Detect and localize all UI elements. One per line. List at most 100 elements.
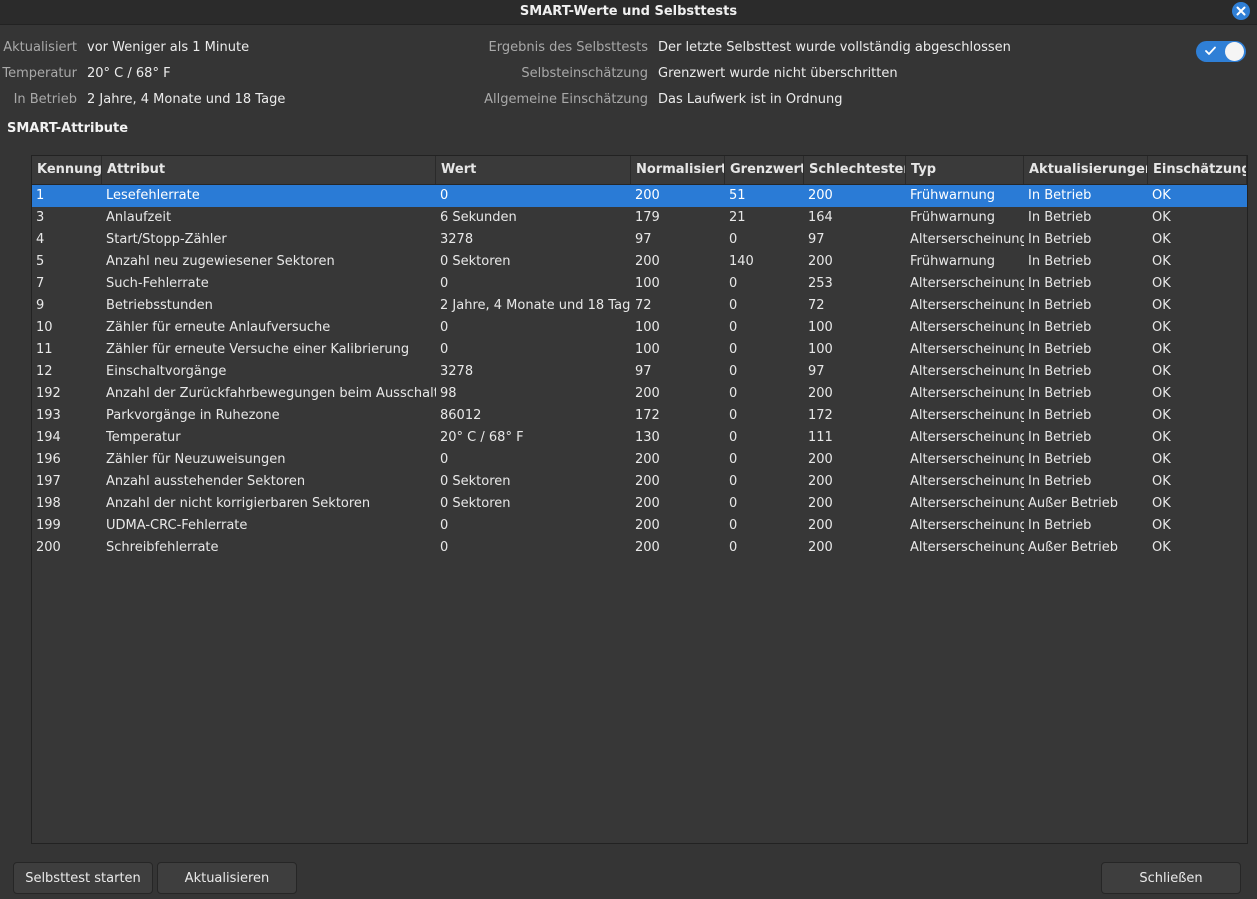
cell-normalized: 200 — [635, 518, 660, 533]
cell-normalized: 200 — [635, 474, 660, 489]
cell-updates: In Betrieb — [1028, 386, 1092, 401]
column-header-normalized[interactable]: Normalisiert — [631, 156, 725, 184]
cell-normalized: 72 — [635, 298, 652, 313]
cell-worst: 97 — [808, 364, 825, 379]
cell-updates: In Betrieb — [1028, 408, 1092, 423]
cell-assessment: OK — [1152, 518, 1171, 533]
column-header-attribute[interactable]: Attribut — [102, 156, 436, 184]
cell-updates: In Betrieb — [1028, 254, 1092, 269]
table-row[interactable]: 3 Anlaufzeit 6 Sekunden 179 21 164 Frühwarnung… — [32, 207, 1247, 229]
cell-type: Alterserscheinung — [910, 298, 1024, 313]
cell-attribute: Zähler für Neuzuweisungen — [106, 452, 286, 467]
table-row[interactable]: 9 Betriebsstunden 2 Jahre, 4 Monate und 18… — [32, 295, 1247, 317]
smart-enable-toggle[interactable] — [1196, 41, 1246, 62]
cell-normalized: 130 — [635, 430, 660, 445]
cell-updates: In Betrieb — [1028, 320, 1092, 335]
table-body: 1 Lesefehlerrate 0 200 51 200 Frühwarnung In Be… — [32, 185, 1247, 559]
cell-type: Alterserscheinung — [910, 364, 1024, 379]
cell-id: 1 — [36, 188, 45, 203]
cell-updates: In Betrieb — [1028, 188, 1092, 203]
column-header-updates[interactable]: Aktualisierungen — [1024, 156, 1148, 184]
cell-id: 192 — [36, 386, 61, 401]
cell-value: 0 Sektoren — [440, 474, 511, 489]
overall-assessment-label: Allgemeine Einschätzung — [484, 92, 648, 107]
cell-assessment: OK — [1152, 540, 1171, 555]
cell-threshold: 0 — [729, 386, 738, 401]
table-row[interactable]: 1 Lesefehlerrate 0 200 51 200 Frühwarnung In Be… — [32, 185, 1247, 207]
table-header: Kennung Attribut Wert Normalisiert Grenzwert… — [32, 156, 1247, 185]
table-row[interactable]: 12 Einschaltvorgänge 3278 97 0 97 Altersersche… — [32, 361, 1247, 383]
cell-threshold: 0 — [729, 276, 738, 291]
column-header-value[interactable]: Wert — [436, 156, 631, 184]
cell-type: Frühwarnung — [910, 188, 996, 203]
cell-assessment: OK — [1152, 320, 1171, 335]
cell-updates: Außer Betrieb — [1028, 540, 1119, 555]
cell-assessment: OK — [1152, 276, 1171, 291]
cell-threshold: 0 — [729, 474, 738, 489]
cell-type: Frühwarnung — [910, 254, 996, 269]
cell-worst: 200 — [808, 474, 833, 489]
cell-threshold: 51 — [729, 188, 746, 203]
table-row[interactable]: 198 Anzahl der nicht korrigierbaren Sekto… — [32, 493, 1247, 515]
cell-updates: In Betrieb — [1028, 364, 1092, 379]
table-row[interactable]: 4 Start/Stopp-Zähler 3278 97 0 97 Altersersche… — [32, 229, 1247, 251]
column-header-type[interactable]: Typ — [906, 156, 1024, 184]
cell-value: 20° C / 68° F — [440, 430, 524, 445]
cell-id: 3 — [36, 210, 45, 225]
table-row[interactable]: 5 Anzahl neu zugewiesener Sektoren 0 Sekto… — [32, 251, 1247, 273]
cell-attribute: Anlaufzeit — [106, 210, 172, 225]
cell-value: 0 — [440, 188, 449, 203]
close-window-button[interactable] — [1232, 2, 1250, 20]
cell-normalized: 100 — [635, 276, 660, 291]
refresh-button[interactable]: Aktualisieren — [157, 862, 297, 894]
toggle-knob — [1225, 42, 1244, 61]
close-button[interactable]: Schließen — [1101, 862, 1241, 894]
table-row[interactable]: 193 Parkvorgänge in Ruhezone 86012 172 0 172 A… — [32, 405, 1247, 427]
cell-value: 86012 — [440, 408, 482, 423]
column-header-threshold[interactable]: Grenzwert — [725, 156, 804, 184]
cell-normalized: 100 — [635, 320, 660, 335]
table-row[interactable]: 199 UDMA-CRC-Fehlerrate 0 200 0 200 Altersersc… — [32, 515, 1247, 537]
cell-normalized: 97 — [635, 232, 652, 247]
column-header-id[interactable]: Kennung — [32, 156, 102, 184]
cell-threshold: 21 — [729, 210, 746, 225]
cell-assessment: OK — [1152, 232, 1171, 247]
cell-normalized: 172 — [635, 408, 660, 423]
self-assessment-value: Grenzwert wurde nicht überschritten — [658, 66, 898, 81]
cell-assessment: OK — [1152, 474, 1171, 489]
cell-attribute: Zähler für erneute Anlaufversuche — [106, 320, 331, 335]
cell-normalized: 100 — [635, 342, 660, 357]
cell-attribute: Temperatur — [106, 430, 181, 445]
table-row[interactable]: 7 Such-Fehlerrate 0 100 0 253 Alterserscheinun… — [32, 273, 1247, 295]
cell-assessment: OK — [1152, 386, 1171, 401]
column-header-worst[interactable]: Schlechtester — [804, 156, 906, 184]
cell-updates: In Betrieb — [1028, 232, 1092, 247]
cell-attribute: Anzahl der Zurückfahrbewegungen beim Aus… — [106, 386, 436, 401]
cell-threshold: 0 — [729, 452, 738, 467]
cell-threshold: 0 — [729, 364, 738, 379]
cell-updates: In Betrieb — [1028, 298, 1092, 313]
close-icon — [1236, 6, 1246, 16]
section-title: SMART-Attribute — [7, 121, 129, 136]
cell-assessment: OK — [1152, 210, 1171, 225]
table-row[interactable]: 10 Zähler für erneute Anlaufversuche 0 100 0… — [32, 317, 1247, 339]
cell-worst: 111 — [808, 430, 833, 445]
cell-id: 4 — [36, 232, 45, 247]
cell-worst: 172 — [808, 408, 833, 423]
table-row[interactable]: 200 Schreibfehlerrate 0 200 0 200 Altersersche… — [32, 537, 1247, 559]
table-row[interactable]: 196 Zähler für Neuzuweisungen 0 200 0 200 Alte… — [32, 449, 1247, 471]
cell-id: 10 — [36, 320, 53, 335]
table-row[interactable]: 197 Anzahl ausstehender Sektoren 0 Sektore… — [32, 471, 1247, 493]
start-selftest-button[interactable]: Selbsttest starten — [13, 862, 153, 894]
table-row[interactable]: 194 Temperatur 20° C / 68° F 130 0 111 Alterse… — [32, 427, 1247, 449]
smart-attributes-table: Kennung Attribut Wert Normalisiert Grenzwert… — [31, 155, 1248, 844]
table-row[interactable]: 11 Zähler für erneute Versuche einer Kali… — [32, 339, 1247, 361]
table-row[interactable]: 192 Anzahl der Zurückfahrbewegungen beim … — [32, 383, 1247, 405]
cell-updates: Außer Betrieb — [1028, 496, 1119, 511]
cell-worst: 200 — [808, 540, 833, 555]
cell-attribute: Anzahl der nicht korrigierbaren Sektoren — [106, 496, 371, 511]
column-header-assessment[interactable]: Einschätzung — [1148, 156, 1247, 184]
cell-assessment: OK — [1152, 254, 1171, 269]
cell-attribute: Anzahl neu zugewiesener Sektoren — [106, 254, 335, 269]
cell-assessment: OK — [1152, 342, 1171, 357]
